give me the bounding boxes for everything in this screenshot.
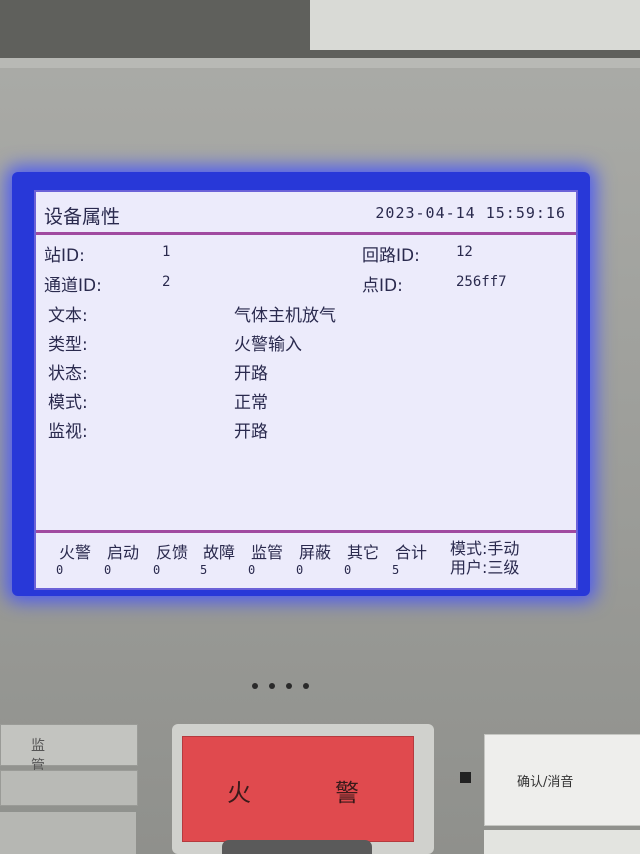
supervisory-button-label: 监 管 xyxy=(31,738,73,774)
loop-id-label: 回路ID: xyxy=(362,246,420,266)
panel-button[interactable] xyxy=(0,770,138,806)
datetime-display: 2023-04-14 15:59:16 xyxy=(375,204,566,222)
point-id-value: 256ff7 xyxy=(456,274,507,290)
indicator-leds xyxy=(252,674,320,693)
indicator-led xyxy=(286,683,292,689)
monitor-label: 监视: xyxy=(48,422,88,442)
status-mode-user: 模式:手动 用户:三级 xyxy=(450,539,519,577)
screen-title: 设备属性 xyxy=(44,206,121,228)
type-label: 类型: xyxy=(48,335,88,355)
status-count: 0 xyxy=(248,563,256,577)
status-label: 火警 xyxy=(58,543,91,562)
status-label: 故障 xyxy=(202,543,235,562)
status-shielded: 屏蔽 0 xyxy=(292,539,338,577)
status-label: 屏蔽 xyxy=(298,543,331,562)
user-level-text: 用户:三级 xyxy=(450,558,520,577)
status-bar: 火警 0 启动 0 反馈 0 故障 5 监管 0 屏蔽 0 其它 0 合计 5 xyxy=(36,533,576,588)
status-count: 0 xyxy=(296,563,304,577)
status-label: 启动 xyxy=(106,543,139,562)
status-count: 0 xyxy=(153,563,161,577)
state-value: 开路 xyxy=(234,364,268,384)
fire-button-label-right: 警 xyxy=(335,779,359,807)
indicator-led xyxy=(252,683,258,689)
status-led-icon xyxy=(460,772,471,783)
status-fault: 故障 5 xyxy=(196,539,242,577)
text-value: 气体主机放气 xyxy=(234,306,336,326)
wall-label-plate xyxy=(310,0,640,50)
panel-button[interactable] xyxy=(0,812,136,854)
channel-id-value: 2 xyxy=(162,274,171,290)
screen-title-bar: 设备属性 2023-04-14 15:59:16 xyxy=(36,192,576,235)
channel-id-label: 通道ID: xyxy=(44,276,102,296)
indicator-led xyxy=(269,683,275,689)
type-value: 火警输入 xyxy=(234,335,302,355)
station-id-value: 1 xyxy=(162,244,171,260)
mode-value: 正常 xyxy=(234,393,268,413)
key-knob[interactable] xyxy=(222,840,372,854)
status-other: 其它 0 xyxy=(340,539,386,577)
fire-button-label-left: 火 xyxy=(227,779,251,807)
station-id-label: 站ID: xyxy=(44,246,85,266)
control-mode-text: 模式:手动 xyxy=(450,539,520,558)
panel-button[interactable] xyxy=(484,830,640,854)
status-fire-alarm: 火警 0 xyxy=(52,539,98,577)
device-property-list: 站ID: 1 回路ID: 12 通道ID: 2 点ID: 256ff7 文本: … xyxy=(36,235,576,529)
status-total: 合计 5 xyxy=(388,539,434,577)
acknowledge-button-label: 确认/消音 xyxy=(517,775,574,790)
acknowledge-silence-button[interactable]: 确认/消音 xyxy=(484,734,640,826)
point-id-label: 点ID: xyxy=(362,276,403,296)
status-feedback: 反馈 0 xyxy=(149,539,195,577)
status-count: 0 xyxy=(344,563,352,577)
status-count: 0 xyxy=(56,563,64,577)
status-label: 合计 xyxy=(394,543,427,562)
status-count: 5 xyxy=(200,563,208,577)
state-label: 状态: xyxy=(48,364,88,384)
monitor-value: 开路 xyxy=(234,422,268,442)
status-supervisory: 监管 0 xyxy=(244,539,290,577)
supervisory-button[interactable]: 监 管 xyxy=(0,724,138,774)
lcd-screen: 设备属性 2023-04-14 15:59:16 站ID: 1 回路ID: 12… xyxy=(34,190,578,590)
text-label: 文本: xyxy=(48,306,88,326)
mode-label: 模式: xyxy=(48,393,88,413)
status-label: 反馈 xyxy=(155,543,188,562)
status-count: 5 xyxy=(392,563,400,577)
status-start: 启动 0 xyxy=(100,539,146,577)
fire-alarm-button[interactable]: 火 警 xyxy=(182,736,414,842)
status-label: 其它 xyxy=(346,543,379,562)
status-label: 监管 xyxy=(250,543,283,562)
loop-id-value: 12 xyxy=(456,244,473,260)
indicator-led xyxy=(303,683,309,689)
status-count: 0 xyxy=(104,563,112,577)
